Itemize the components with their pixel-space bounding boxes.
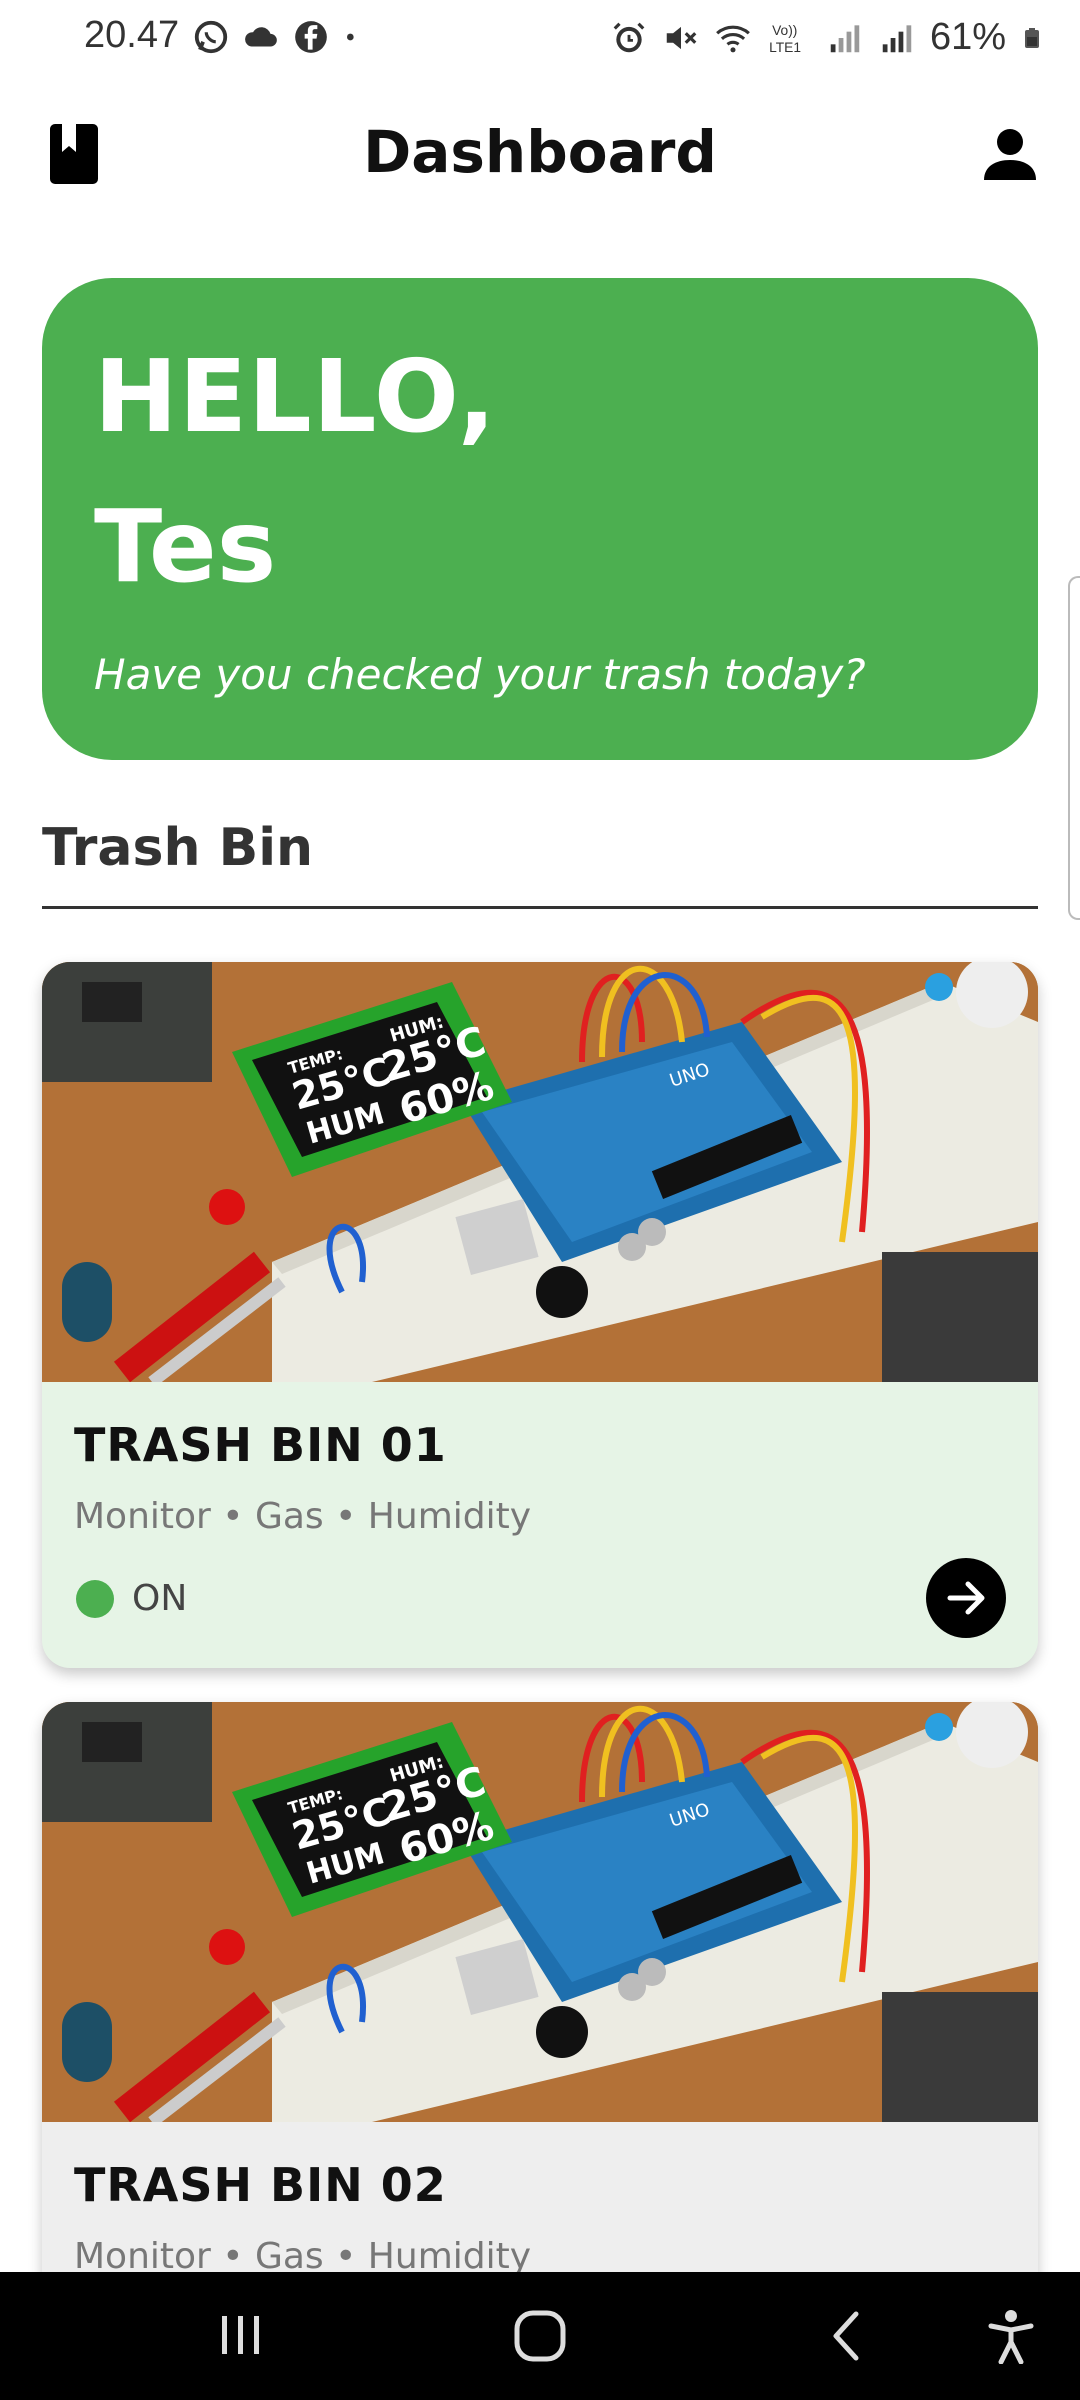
battery-percent: 61% bbox=[929, 16, 1006, 58]
status-notification-icons bbox=[192, 18, 362, 56]
trash-bin-card[interactable]: TEMP: 25°C HUM HUM: 25°C 60% UNO TRASH B… bbox=[42, 962, 1038, 1668]
volte-icon: Vo)) LTE1 bbox=[769, 22, 801, 54]
status-time: 20.47 bbox=[84, 14, 180, 56]
svg-text:Vo)): Vo)) bbox=[772, 22, 797, 37]
back-icon[interactable] bbox=[826, 2308, 866, 2364]
facebook-icon bbox=[295, 21, 327, 53]
arduino-photo: TEMP: 25°C HUM HUM: 25°C 60% UNO bbox=[42, 1702, 1038, 2122]
signal-icon bbox=[882, 24, 912, 52]
status-label: ON bbox=[132, 1578, 188, 1619]
dot-icon bbox=[347, 33, 354, 41]
greeting-subtitle: Have you checked your trash today? bbox=[94, 650, 866, 699]
status-bar: 20.47 Vo)) LTE1 61% bbox=[0, 0, 1080, 76]
home-icon[interactable] bbox=[512, 2308, 568, 2364]
svg-text:LTE1: LTE1 bbox=[769, 39, 801, 54]
trash-bin-title: TRASH BIN 01 bbox=[74, 1418, 447, 1472]
system-nav-bar bbox=[0, 2272, 1080, 2400]
trash-bin-subtitle: Monitor • Gas • Humidity bbox=[74, 2236, 532, 2277]
trash-bin-subtitle: Monitor • Gas • Humidity bbox=[74, 1496, 532, 1537]
signal-icon bbox=[830, 24, 860, 52]
section-title: Trash Bin bbox=[42, 818, 314, 878]
trash-bin-card[interactable]: TEMP: 25°C HUM HUM: 25°C 60% UNO TRASH B… bbox=[42, 1702, 1038, 2322]
trash-bin-card-body: TRASH BIN 01 Monitor • Gas • Humidity ON bbox=[42, 1382, 1038, 1668]
person-icon[interactable] bbox=[980, 124, 1040, 184]
arduino-photo: TEMP: 25°C HUM HUM: 25°C 60% UNO bbox=[42, 962, 1038, 1382]
arrow-right-icon bbox=[947, 1581, 985, 1615]
alarm-icon bbox=[613, 22, 645, 52]
app-bar: Dashboard bbox=[0, 100, 1080, 210]
wifi-icon bbox=[716, 25, 750, 52]
cloud-icon bbox=[245, 27, 277, 47]
whatsapp-icon bbox=[194, 20, 228, 54]
greeting-card: HELLO, Tes Have you checked your trash t… bbox=[42, 278, 1038, 760]
accessibility-icon[interactable] bbox=[988, 2308, 1034, 2364]
open-bin-button[interactable] bbox=[926, 1558, 1006, 1638]
battery-icon bbox=[1025, 27, 1039, 48]
arduino-illustration: TEMP: 25°C HUM HUM: 25°C 60% UNO bbox=[42, 962, 1038, 1382]
greeting-hello: HELLO, bbox=[94, 338, 497, 455]
mute-icon bbox=[666, 26, 697, 49]
trash-bin-status: ON bbox=[76, 1578, 187, 1619]
arduino-illustration: TEMP: 25°C HUM HUM: 25°C 60% UNO bbox=[42, 1702, 1038, 2122]
status-system-icons: Vo)) LTE1 61% bbox=[610, 16, 1044, 59]
edge-panel-handle[interactable] bbox=[1068, 576, 1080, 920]
trash-bin-title: TRASH BIN 02 bbox=[74, 2158, 447, 2212]
recent-apps-icon[interactable] bbox=[216, 2308, 266, 2362]
section-divider bbox=[42, 906, 1038, 909]
status-indicator-dot bbox=[76, 1579, 114, 1618]
page-title: Dashboard bbox=[363, 118, 717, 186]
greeting-username: Tes bbox=[94, 488, 277, 605]
